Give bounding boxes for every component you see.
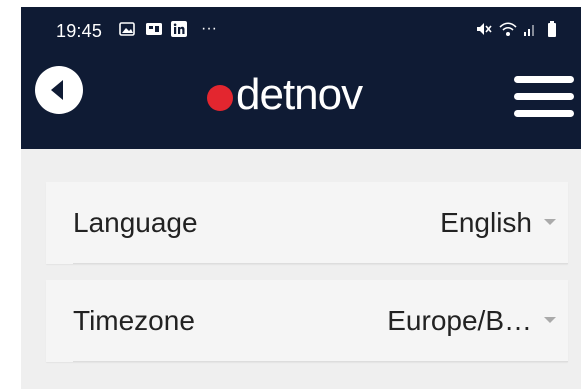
mute-icon [475,21,492,37]
sim-icon [145,21,162,37]
detnov-logo: detnov [207,70,363,120]
gallery-icon [119,21,135,37]
row-divider [73,263,568,264]
back-button[interactable] [35,66,83,114]
logo-dot-icon [207,85,233,111]
timezone-select-value[interactable]: Europe/B… [387,305,532,337]
language-setting-row[interactable]: Language English [46,182,568,264]
signal-icon [523,21,539,37]
wifi-icon [499,21,517,37]
caret-down-icon[interactable] [544,219,556,225]
status-bar: 19:45 ··· [21,7,581,54]
system-icons [475,21,563,37]
language-select-value[interactable]: English [440,207,532,239]
logo-text: detnov [236,70,363,119]
row-divider [73,361,568,362]
app-bar: detnov [21,54,581,149]
linkedin-icon [171,21,187,37]
battery-icon [547,21,563,37]
app-screen: 19:45 ··· detnov Language English Timezo… [21,7,581,389]
caret-down-icon[interactable] [544,317,556,323]
status-time: 19:45 [56,21,103,41]
hamburger-menu-icon[interactable] [514,76,574,124]
back-arrow-icon [51,80,63,100]
language-label: Language [73,207,198,238]
more-notifications-icon: ··· [201,20,217,37]
timezone-label: Timezone [73,305,195,336]
timezone-setting-row[interactable]: Timezone Europe/B… [46,280,568,362]
notification-icons: ··· [119,21,217,37]
